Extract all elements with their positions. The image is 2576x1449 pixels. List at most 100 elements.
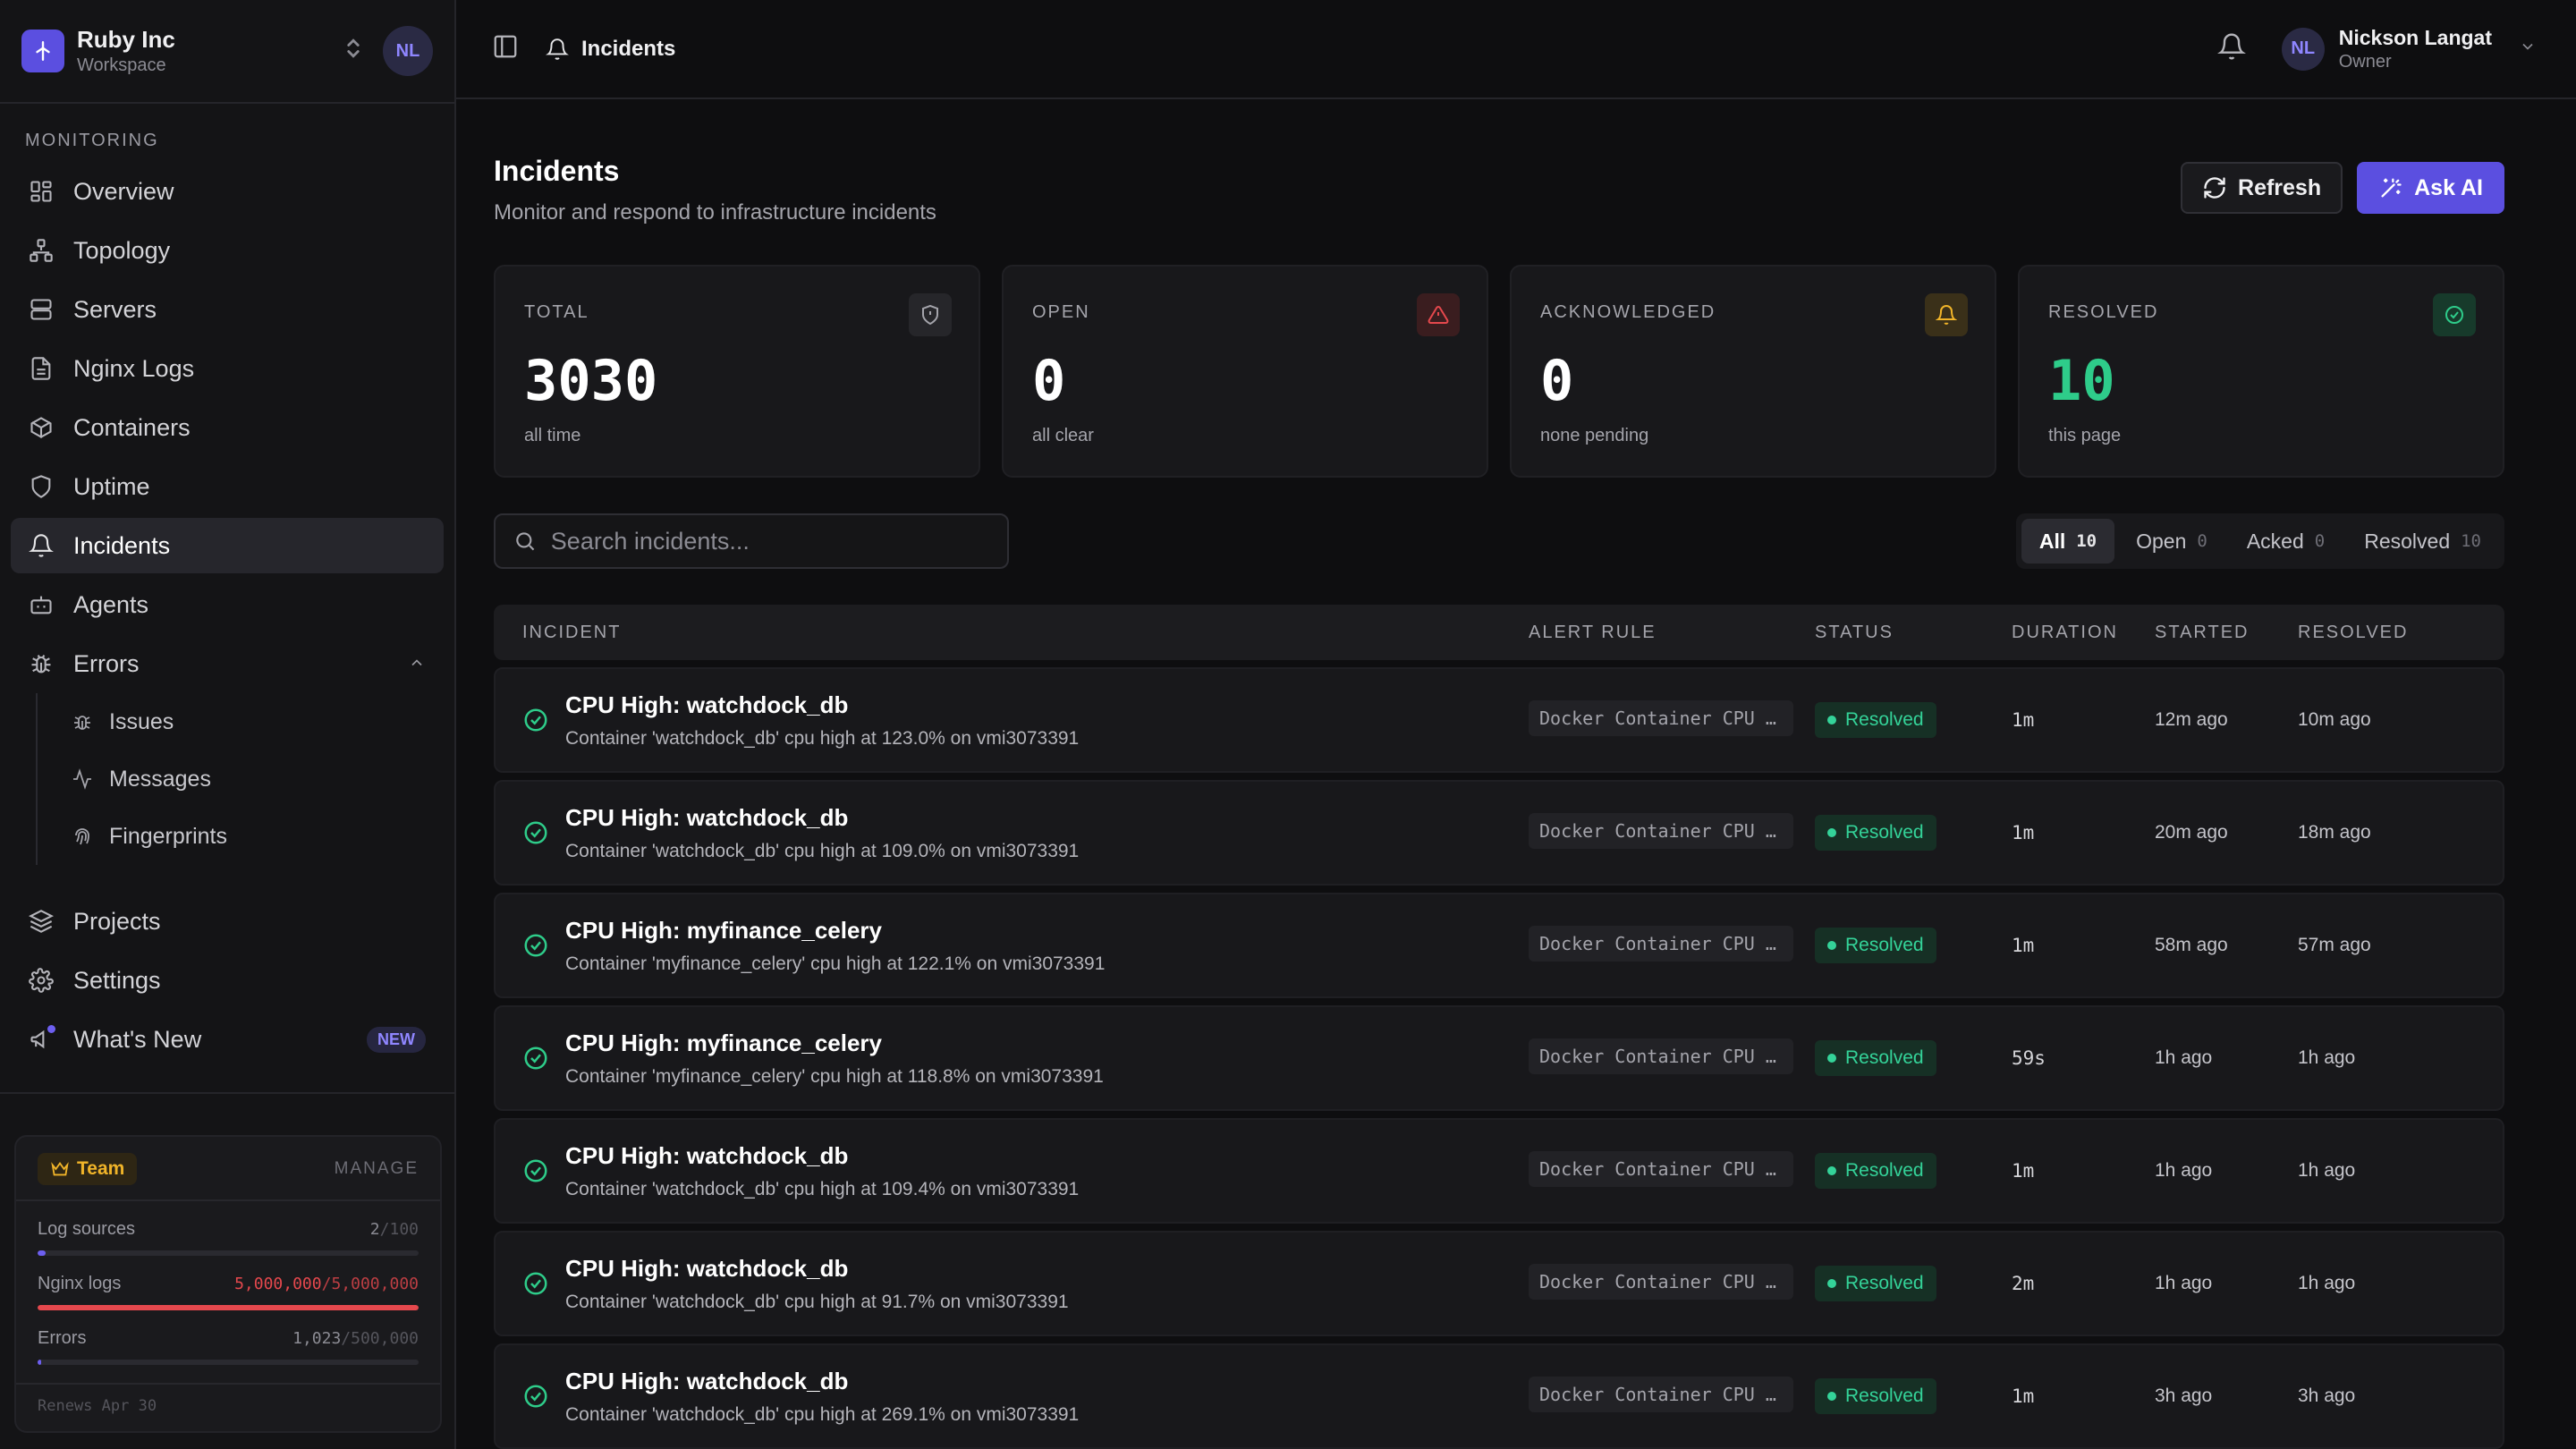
alert-rule-chip: Docker Container CPU … — [1529, 812, 1793, 849]
alert-rule-chip: Docker Container CPU … — [1529, 1038, 1793, 1074]
column-header-duration[interactable]: DURATION — [2012, 623, 2155, 643]
sidebar-item-label: Servers — [73, 295, 157, 323]
incident-duration: 1m — [2012, 935, 2035, 956]
check-circle-icon — [524, 934, 547, 957]
table-row[interactable]: CPU High: watchdock_db Container 'watchd… — [494, 780, 2504, 886]
main-content: Incidents NL Nickson Langat Owner Incide… — [456, 0, 2576, 1449]
table-row[interactable]: CPU High: myfinance_celery Container 'my… — [494, 1005, 2504, 1111]
sidebar-item-overview[interactable]: Overview — [11, 164, 444, 219]
column-header-alert-rule[interactable]: ALERT RULE — [1529, 623, 1815, 643]
tab-label: All — [2038, 529, 2066, 553]
incident-resolved: 1h ago — [2298, 1273, 2356, 1293]
crown-icon — [51, 1162, 69, 1176]
table-row[interactable]: CPU High: myfinance_celery Container 'my… — [494, 893, 2504, 998]
errors-subnav: Issues Messages Fingerprints — [36, 693, 454, 865]
sidebar-subitem-label: Issues — [109, 708, 174, 734]
alert-rule-chip: Docker Container CPU … — [1529, 925, 1793, 962]
quota-bar — [38, 1305, 419, 1310]
status-dot — [1827, 941, 1836, 950]
sidebar-item-whats-new[interactable]: What's New NEW — [11, 1012, 444, 1067]
sidebar-item-incidents[interactable]: Incidents — [11, 518, 444, 573]
sidebar-item-containers[interactable]: Containers — [11, 400, 444, 455]
tab-resolved[interactable]: Resolved 10 — [2346, 519, 2499, 564]
sidebar-item-label: Overview — [73, 177, 174, 205]
sidebar-subitem-messages[interactable]: Messages — [38, 750, 454, 808]
column-header-incident[interactable]: INCIDENT — [522, 623, 1529, 643]
sidebar-item-label: Uptime — [73, 472, 150, 500]
team-plan-label: Team — [77, 1158, 125, 1179]
sidebar-divider — [0, 1092, 454, 1094]
incident-duration: 59s — [2012, 1047, 2046, 1069]
manage-link[interactable]: MANAGE — [335, 1159, 419, 1179]
sidebar-item-projects[interactable]: Projects — [11, 894, 444, 949]
refresh-icon — [2204, 177, 2225, 199]
table-row[interactable]: CPU High: watchdock_db Container 'watchd… — [494, 667, 2504, 773]
sidebar-subitem-label: Fingerprints — [109, 823, 227, 849]
stat-note: none pending — [1540, 426, 1649, 445]
file-text-icon — [29, 356, 54, 381]
dashboard-icon — [29, 179, 54, 204]
workspace-avatar[interactable]: NL — [383, 26, 433, 76]
tab-all[interactable]: All 10 — [2021, 519, 2115, 564]
megaphone-icon — [29, 1025, 55, 1052]
user-menu[interactable]: NL Nickson Langat Owner — [2281, 26, 2537, 72]
tab-acked[interactable]: Acked 0 — [2229, 519, 2343, 564]
column-header-status[interactable]: STATUS — [1815, 623, 2012, 643]
quota-current: 2 — [369, 1220, 380, 1239]
incident-resolved: 18m ago — [2298, 822, 2371, 843]
stat-note: this page — [2048, 426, 2122, 445]
incident-duration: 1m — [2012, 822, 2035, 843]
workspace-switcher[interactable]: Ruby Inc Workspace NL — [0, 0, 454, 104]
quota-limit: /5,000,000 — [321, 1275, 419, 1293]
workspace-logo-icon — [21, 30, 64, 72]
sidebar-item-label: Errors — [73, 649, 140, 677]
status-badge: Resolved — [1815, 1378, 1936, 1414]
chevron-up-icon[interactable] — [408, 650, 426, 678]
sidebar-subitem-fingerprints[interactable]: Fingerprints — [38, 808, 454, 865]
status-badge: Resolved — [1815, 928, 1936, 963]
sidebar-item-label: Projects — [73, 907, 161, 935]
ask-ai-button[interactable]: Ask AI — [2357, 162, 2504, 214]
table-row[interactable]: CPU High: watchdock_db Container 'watchd… — [494, 1231, 2504, 1336]
tab-label: Open — [2136, 529, 2187, 553]
new-badge: NEW — [367, 1026, 426, 1053]
sidebar-subitem-issues[interactable]: Issues — [38, 693, 454, 750]
sidebar-item-servers[interactable]: Servers — [11, 282, 444, 337]
sidebar-item-settings[interactable]: Settings — [11, 953, 444, 1008]
breadcrumb: Incidents — [546, 37, 675, 62]
table-row[interactable]: CPU High: watchdock_db Container 'watchd… — [494, 1118, 2504, 1224]
renewal-date: Renews Apr 30 — [16, 1383, 440, 1415]
tab-open[interactable]: Open 0 — [2118, 519, 2225, 564]
gear-icon — [29, 968, 54, 993]
tab-count: 0 — [2314, 531, 2326, 551]
sidebar-item-uptime[interactable]: Uptime — [11, 459, 444, 514]
incident-started: 1h ago — [2155, 1160, 2213, 1181]
column-header-resolved[interactable]: RESOLVED — [2298, 623, 2441, 643]
refresh-button[interactable]: Refresh — [2181, 162, 2343, 214]
sidebar-item-topology[interactable]: Topology — [11, 223, 444, 278]
incident-title: CPU High: myfinance_celery — [565, 1029, 883, 1056]
check-circle-icon — [524, 1385, 547, 1408]
column-header-started[interactable]: STARTED — [2155, 623, 2298, 643]
notifications-bell-icon[interactable] — [2216, 32, 2246, 65]
ask-ai-button-label: Ask AI — [2414, 174, 2483, 200]
refresh-button-label: Refresh — [2238, 174, 2322, 200]
sidebar-item-nginx-logs[interactable]: Nginx Logs — [11, 341, 444, 396]
box-icon — [29, 415, 54, 440]
status-badge: Resolved — [1815, 1040, 1936, 1076]
table-row[interactable]: CPU High: watchdock_db Container 'watchd… — [494, 1343, 2504, 1449]
alert-rule-chip: Docker Container CPU … — [1529, 1376, 1793, 1412]
sidebar-toggle-icon[interactable] — [492, 33, 519, 64]
incident-title: CPU High: watchdock_db — [565, 1141, 849, 1169]
sidebar-item-agents[interactable]: Agents — [11, 577, 444, 632]
incident-resolved: 1h ago — [2298, 1047, 2356, 1068]
status-label: Resolved — [1845, 935, 1924, 955]
search-input[interactable] — [550, 527, 989, 555]
plan-usage-card: Team MANAGE Log sources 2/100 Nginx logs… — [14, 1135, 442, 1433]
tab-label: Acked — [2246, 529, 2304, 553]
stat-value: 0 — [1540, 348, 1574, 413]
chevrons-up-down-icon[interactable] — [343, 36, 363, 66]
sidebar-item-errors[interactable]: Errors — [11, 636, 444, 691]
incident-description: Container 'watchdock_db' cpu high at 109… — [565, 1178, 1080, 1199]
tab-count: 10 — [2076, 531, 2097, 551]
